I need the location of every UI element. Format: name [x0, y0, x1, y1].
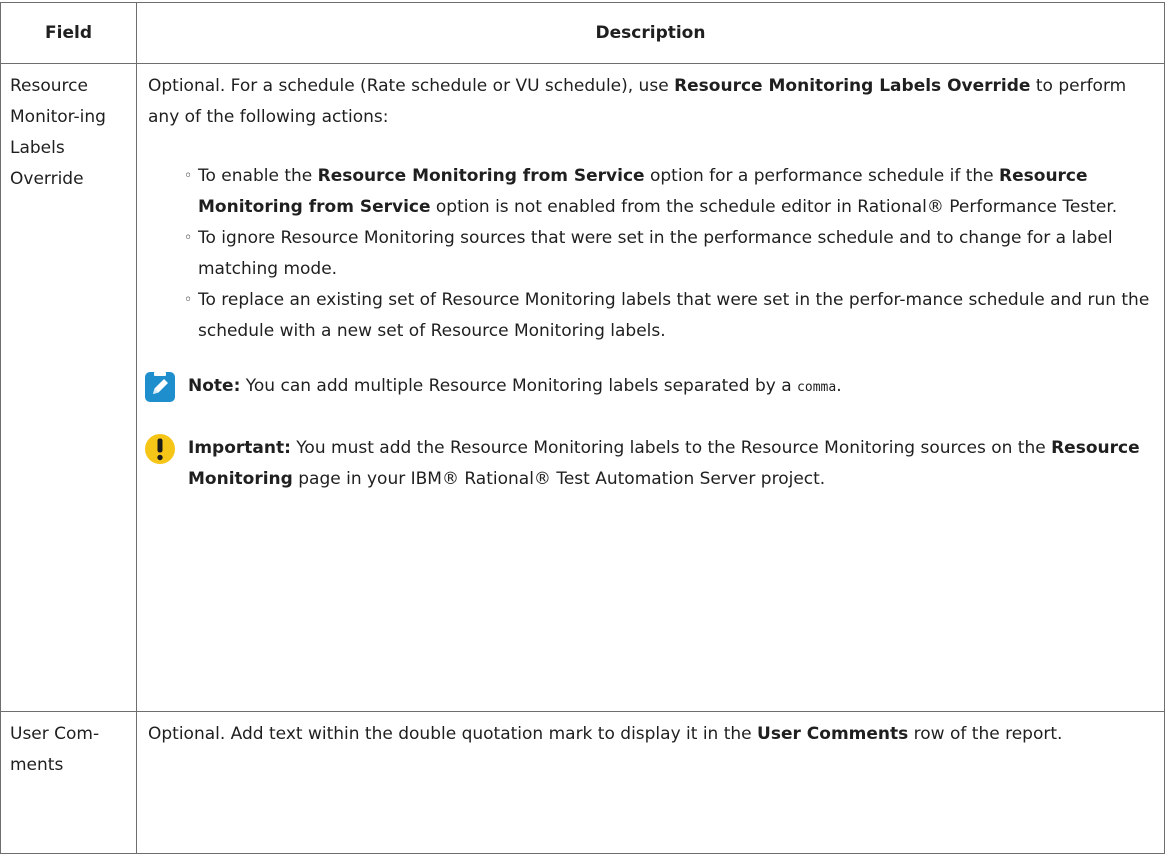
- bullet: ◦: [184, 292, 193, 308]
- important-callout: Important: You must add the Resource Mon…: [145, 433, 1150, 495]
- table-row: Resource Monitor-ing Labels Override Opt…: [0, 63, 1165, 712]
- description-paragraph: Optional. Add text within the double quo…: [148, 724, 1063, 744]
- header-field: Field: [0, 2, 137, 64]
- field-description: Optional. Add text within the double quo…: [136, 711, 1165, 854]
- table-row: User Com-ments Optional. Add text within…: [0, 711, 1165, 854]
- table-header-row: Field Description: [0, 2, 1165, 64]
- pencil-icon: [145, 372, 175, 402]
- bullet: ◦: [184, 168, 193, 184]
- important-label: Important:: [188, 438, 291, 458]
- header-description: Description: [136, 2, 1165, 64]
- exclamation-icon: [145, 434, 175, 464]
- field-name: Resource Monitor-ing Labels Override: [0, 63, 137, 712]
- note-label: Note:: [188, 376, 241, 396]
- list-item: ◦ To replace an existing set of Resource …: [184, 285, 1150, 347]
- field-description: Optional. For a schedule (Rate schedule …: [136, 63, 1165, 712]
- bullet: ◦: [184, 230, 193, 246]
- field-name: User Com-ments: [0, 711, 137, 854]
- list-item: ◦ To ignore Resource Monitoring sources t…: [184, 223, 1150, 285]
- option-name: Resource Monitoring from Service: [317, 166, 645, 186]
- option-name: Resource Monitoring Labels Override: [674, 76, 1031, 96]
- code-comma: comma: [797, 380, 837, 395]
- row-name: User Comments: [757, 724, 909, 744]
- actions-list: ◦ To enable the Resource Monitoring from …: [148, 161, 1150, 347]
- note-callout: Note: You can add multiple Resource Moni…: [145, 371, 1150, 403]
- fields-table: Field Description Resource Monitor-ing L…: [0, 2, 1165, 854]
- intro-paragraph: Optional. For a schedule (Rate schedule …: [148, 76, 1127, 127]
- list-item: ◦ To enable the Resource Monitoring from …: [184, 161, 1150, 223]
